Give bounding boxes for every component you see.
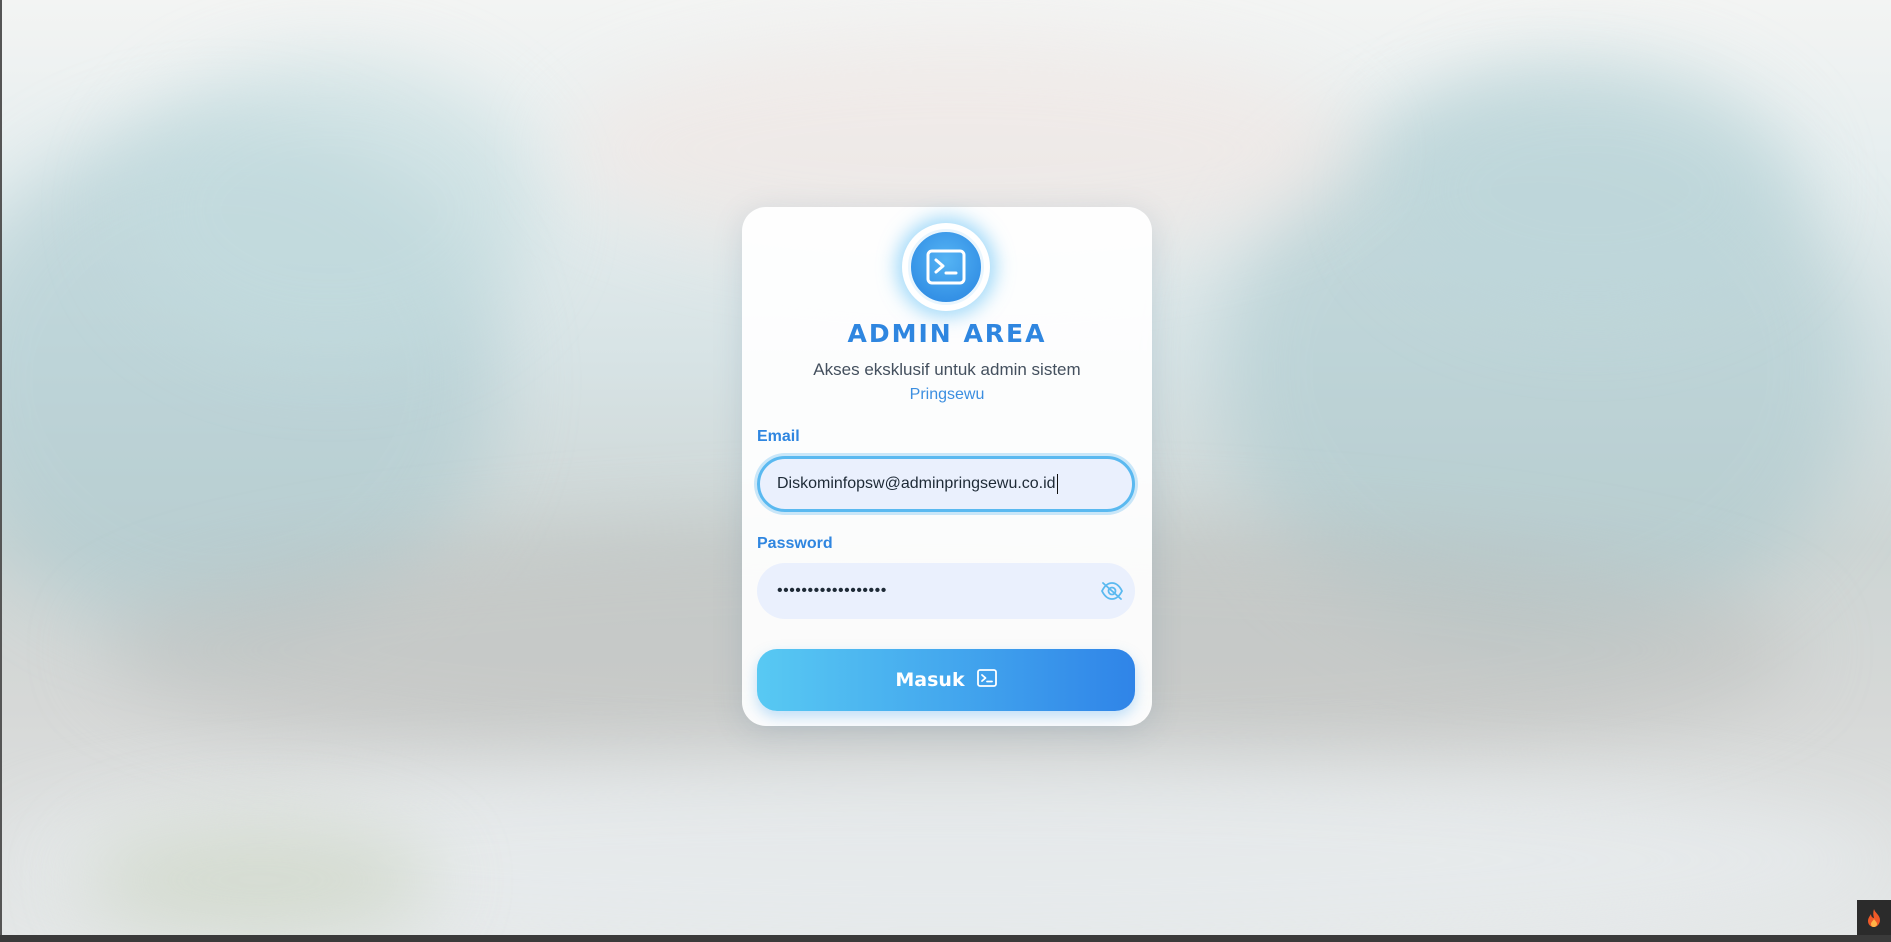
page-subtitle: Akses eksklusif untuk admin sistem	[813, 360, 1081, 379]
taskbar-edge	[0, 935, 1891, 942]
email-label: Email	[757, 428, 800, 445]
login-button-label: Masuk	[895, 669, 965, 691]
eye-off-icon[interactable]	[1099, 579, 1125, 603]
window-edge	[0, 0, 2, 942]
logo	[902, 223, 990, 311]
page-title: ADMIN AREA	[847, 319, 1047, 348]
flame-icon[interactable]	[1857, 900, 1891, 935]
login-card: ADMIN AREA Akses eksklusif untuk admin s…	[742, 207, 1152, 726]
email-value: Diskominfopsw@adminpringsewu.co.id	[777, 475, 1056, 492]
password-field[interactable]: ••••••••••••••••••	[757, 563, 1135, 619]
email-field[interactable]: Diskominfopsw@adminpringsewu.co.id	[757, 456, 1135, 512]
text-cursor	[1056, 474, 1058, 494]
password-value: ••••••••••••••••••	[777, 582, 887, 599]
brand-name: Pringsewu	[909, 386, 985, 403]
terminal-icon	[976, 668, 997, 692]
password-label: Password	[757, 535, 833, 552]
login-button[interactable]: Masuk	[757, 649, 1135, 711]
terminal-icon	[908, 229, 984, 305]
